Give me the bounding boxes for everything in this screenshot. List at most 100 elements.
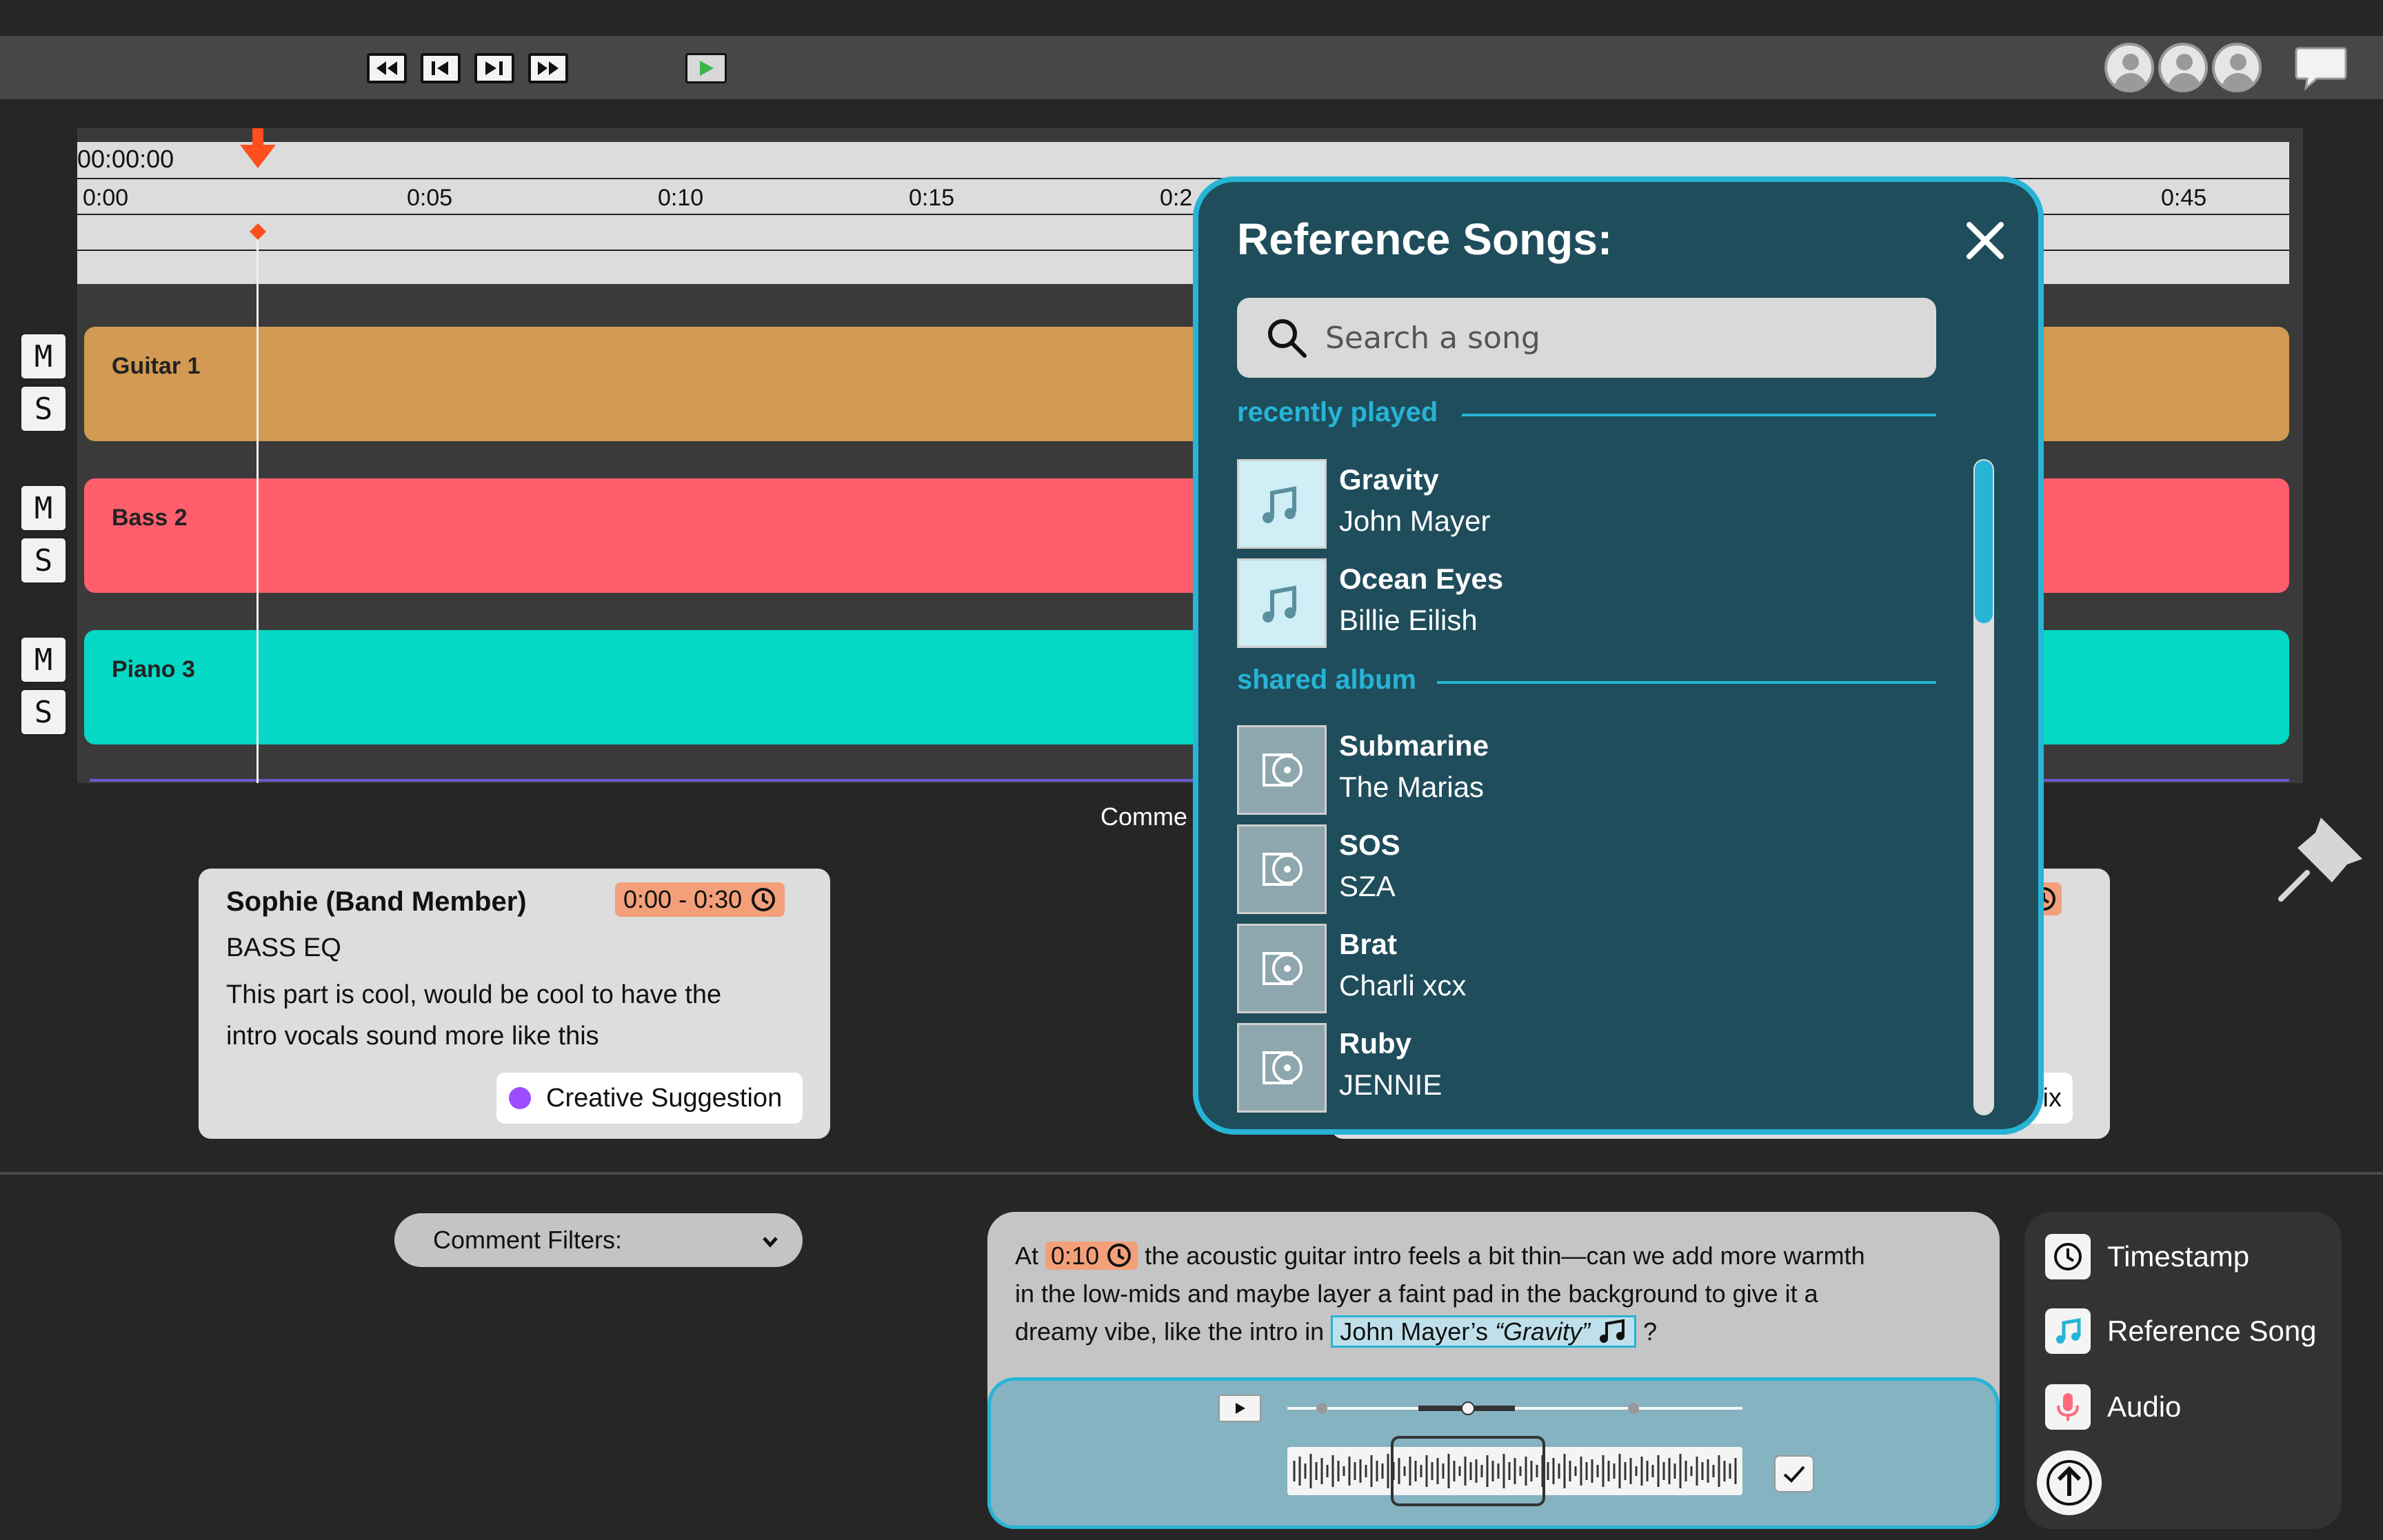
skip-back-button[interactable] (421, 53, 461, 83)
song-search[interactable] (1237, 298, 1936, 378)
audio-scrub-track[interactable] (1287, 1407, 1742, 1410)
song-artist: JENNIE (1339, 1068, 1442, 1101)
album-icon (1263, 1051, 1303, 1084)
song-title: Ruby (1339, 1027, 1411, 1060)
song-item[interactable]: SOS SZA (1237, 824, 1927, 914)
comment-filters-dropdown[interactable]: Comment Filters: (394, 1213, 803, 1267)
inline-timestamp[interactable]: 0:10 (1045, 1242, 1138, 1270)
album-icon (1263, 753, 1303, 787)
audio-tool[interactable]: Audio (2045, 1383, 2181, 1431)
mute-button[interactable]: M (19, 636, 68, 684)
comment-composer[interactable]: At 0:10 the acoustic guitar intro feels … (987, 1212, 2000, 1529)
playhead-arrow-icon[interactable] (239, 128, 277, 170)
album-icon (1263, 952, 1303, 985)
search-input[interactable] (1325, 317, 1918, 358)
tick-label: 0:05 (407, 185, 453, 211)
album-icon (1263, 853, 1303, 886)
song-title: Ocean Eyes (1339, 563, 1504, 595)
composer-line: the acoustic guitar intro feels a bit th… (1145, 1242, 1865, 1270)
scrollbar-thumb[interactable] (1975, 460, 1993, 623)
reference-songs-modal: Reference Songs: recently played Gravity… (1193, 176, 2044, 1135)
timecode-display: 00:00:00 (77, 145, 174, 173)
tool-label: Audio (2107, 1390, 2182, 1423)
play-icon (700, 61, 714, 76)
music-note-icon (1263, 486, 1296, 523)
mute-button[interactable]: M (19, 332, 68, 381)
composer-line: dreamy vibe, like the intro in (1015, 1317, 1325, 1346)
tick-label: 0:45 (2161, 185, 2207, 211)
track-label: Piano 3 (112, 656, 195, 682)
modal-title: Reference Songs: (1237, 214, 1613, 264)
composer-prefix: At (1015, 1242, 1039, 1270)
tag-dot-icon (509, 1087, 531, 1109)
tag-label: Creative Suggestion (546, 1083, 783, 1113)
pin-icon[interactable] (2273, 811, 2369, 907)
song-item[interactable]: Submarine The Marias (1237, 725, 1927, 815)
waveform-selection-box[interactable] (1391, 1436, 1545, 1506)
song-item[interactable]: Ruby JENNIE (1237, 1023, 1927, 1113)
microphone-icon (2045, 1384, 2091, 1430)
send-button[interactable] (2037, 1450, 2102, 1515)
song-thumbnail (1237, 459, 1327, 549)
song-item[interactable]: Brat Charli xcx (1237, 924, 1927, 1013)
avatar[interactable] (2158, 43, 2208, 92)
comment-topic: BASS EQ (226, 933, 341, 962)
chat-icon[interactable] (2293, 44, 2349, 94)
solo-button[interactable]: S (19, 536, 68, 585)
chevron-down-icon (763, 1237, 778, 1248)
tool-label: Reference Song (2107, 1315, 2317, 1347)
comment-tag[interactable]: Creative Suggestion (496, 1073, 803, 1124)
playhead-line[interactable] (257, 229, 259, 783)
reference-song-tool[interactable]: Reference Song (2045, 1307, 2317, 1355)
fast-forward-icon (538, 61, 559, 75)
arrow-up-icon (2047, 1460, 2092, 1506)
avatar[interactable] (2212, 43, 2262, 92)
comment-timestamp[interactable]: 0:00 - 0:30 (615, 882, 785, 917)
timestamp-tool[interactable]: Timestamp (2045, 1233, 2249, 1281)
fast-forward-button[interactable] (528, 53, 568, 83)
song-thumbnail (1237, 824, 1327, 914)
song-item[interactable]: Ocean Eyes Billie Eilish (1237, 558, 1927, 648)
comment-card[interactable]: Sophie (Band Member) 0:00 - 0:30 BASS EQ… (199, 869, 830, 1139)
play-pause-button[interactable] (474, 53, 514, 83)
audio-scrub-handle[interactable] (1461, 1401, 1475, 1415)
clock-icon (2045, 1234, 2091, 1279)
audio-marker[interactable] (1628, 1403, 1639, 1414)
tick-label: 0:2 (1160, 185, 1193, 211)
play-button[interactable] (685, 53, 727, 83)
filter-label: Comment Filters: (433, 1226, 623, 1254)
close-icon[interactable] (1961, 216, 2009, 265)
inline-reference-song[interactable]: John Mayer’s “Gravity” (1331, 1315, 1637, 1348)
song-artist: Billie Eilish (1339, 604, 1478, 636)
audio-play-button[interactable] (1218, 1395, 1261, 1422)
audio-preview-panel (987, 1377, 2000, 1529)
composer-suffix: ? (1643, 1317, 1658, 1346)
track-label: Bass 2 (112, 505, 188, 531)
play-pause-icon (485, 61, 503, 75)
avatar[interactable] (2104, 43, 2154, 92)
track-label: Guitar 1 (112, 353, 201, 379)
solo-button[interactable]: S (19, 688, 68, 736)
song-artist: Charli xcx (1339, 969, 1467, 1002)
rewind-icon (376, 61, 397, 75)
song-artist: John Mayer (1339, 505, 1491, 537)
skip-back-icon (432, 61, 448, 75)
confirm-audio-button[interactable] (1774, 1455, 1814, 1492)
song-title: Gravity (1339, 463, 1439, 496)
audio-marker[interactable] (1316, 1403, 1327, 1414)
play-icon (1236, 1403, 1245, 1414)
clock-icon (752, 888, 776, 911)
composer-text[interactable]: At 0:10 the acoustic guitar intro feels … (1015, 1237, 1973, 1350)
solo-button[interactable]: S (19, 385, 68, 433)
mute-button[interactable]: M (19, 484, 68, 532)
reference-title: “Gravity” (1495, 1317, 1591, 1346)
comments-heading: Comme (1100, 802, 1188, 831)
tool-label: Timestamp (2107, 1240, 2250, 1273)
song-artist: The Marias (1339, 771, 1485, 803)
tick-label: 0:10 (658, 185, 704, 211)
tick-label: 0:00 (83, 185, 129, 211)
transport-toolbar (0, 36, 2383, 99)
song-item[interactable]: Gravity John Mayer (1237, 459, 1927, 549)
rewind-button[interactable] (367, 53, 407, 83)
song-thumbnail (1237, 725, 1327, 815)
